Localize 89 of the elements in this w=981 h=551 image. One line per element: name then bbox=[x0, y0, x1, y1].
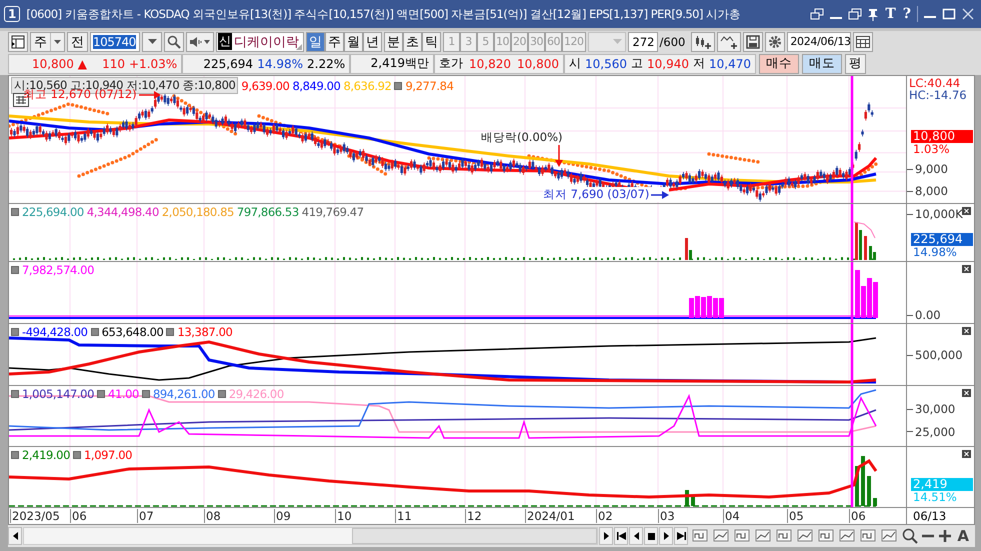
date-axis-label: 2023/05 bbox=[10, 509, 60, 523]
trading-amount: 2,419백만 bbox=[370, 55, 429, 72]
total-count: /600 bbox=[660, 34, 686, 48]
dividend-annotation: 배당락(0.00%) bbox=[481, 130, 563, 145]
high-label: 고 bbox=[631, 55, 643, 72]
ask-price: 10,820 bbox=[468, 56, 511, 70]
current-value-badge: 10,800 bbox=[911, 130, 973, 143]
current-price: 10,800 ▲ bbox=[30, 56, 87, 70]
change-rate-label: 1.03% bbox=[912, 142, 951, 156]
period-tab[interactable]: 년 bbox=[363, 32, 382, 52]
legend-value: 9,639.00 bbox=[241, 78, 290, 92]
date-axis-label: 2024/01 bbox=[525, 509, 575, 523]
current-value-badge: 2,419 bbox=[911, 478, 973, 490]
high-price: 10,940 bbox=[647, 56, 689, 70]
legend-value: 7,982,574.00 bbox=[22, 263, 94, 277]
change-rate-label: 14.98% bbox=[912, 246, 958, 259]
legend-value: 653,648.00 bbox=[102, 325, 164, 339]
low-annotation: 최저 7,690 (03/07) bbox=[543, 187, 650, 202]
cycle-label: HC:-14.76 bbox=[909, 89, 967, 101]
unit-tab[interactable]: 초 bbox=[403, 32, 422, 52]
change-rate-label: 14.51% bbox=[912, 490, 958, 504]
open-price: 10,560 bbox=[585, 56, 627, 70]
date-axis-label: 08 bbox=[204, 509, 221, 523]
axis-label: 10,000K bbox=[915, 207, 963, 222]
period-tab[interactable]: 월 bbox=[344, 32, 363, 52]
title-bar-button[interactable]: ? bbox=[902, 6, 912, 22]
date-axis-label: 09 bbox=[274, 509, 291, 523]
previous-button[interactable]: 전 bbox=[67, 32, 88, 52]
title-bar-button[interactable]: T bbox=[884, 6, 897, 22]
legend-value: 2,419.00 bbox=[22, 448, 70, 462]
cycle-label: LC:40.44 bbox=[909, 77, 962, 89]
legend-value: 2,050,180.85 bbox=[162, 205, 234, 219]
buy-button[interactable]: 매수 bbox=[759, 54, 799, 74]
axis-label: 9,000 bbox=[915, 162, 948, 176]
date-axis-label: 05 bbox=[787, 509, 804, 523]
axis-label: 8,000 bbox=[915, 184, 948, 198]
evaluation-button[interactable]: 평 bbox=[845, 54, 866, 74]
ask-label: 호가 bbox=[439, 55, 463, 72]
stock-name-field[interactable]: 신 디케이이락 bbox=[216, 32, 304, 52]
low-price: 10,470 bbox=[709, 56, 751, 70]
count-field[interactable]: 272 bbox=[628, 32, 658, 52]
date-axis-label: 02 bbox=[596, 509, 613, 523]
change-rate: +1.03% bbox=[129, 56, 177, 70]
legend-value: 1,005,147.00 bbox=[22, 387, 94, 401]
legend-value: -494,428.00 bbox=[22, 325, 88, 339]
legend-value: 4,344,498.40 bbox=[86, 205, 159, 219]
axis-label: 30,000 bbox=[915, 402, 956, 416]
period-tab[interactable]: 일 bbox=[306, 32, 325, 52]
legend-value: 8,636.92 bbox=[343, 78, 392, 92]
open-label: 시 bbox=[569, 55, 581, 72]
axis-label: 0.00 bbox=[915, 308, 941, 322]
date-field[interactable]: 2024/06/13 bbox=[787, 32, 852, 52]
window-number: 1 bbox=[4, 6, 20, 22]
legend-value: 41.00 bbox=[108, 387, 139, 401]
legend-value: 419,769.47 bbox=[302, 205, 364, 219]
legend-value: 29,426.00 bbox=[228, 387, 284, 401]
font-button[interactable]: A bbox=[955, 527, 971, 545]
date-axis-label: 04 bbox=[723, 509, 740, 523]
legend-value: 894,261.00 bbox=[152, 387, 215, 401]
unit-tab[interactable]: 분 bbox=[384, 32, 403, 52]
legend-value: 797,866.53 bbox=[236, 205, 299, 219]
legend-value: 1,097.00 bbox=[84, 448, 132, 462]
current-date-label: 06/13 bbox=[913, 509, 946, 523]
legend-value: 225,694.00 bbox=[22, 205, 84, 219]
date-axis-label: 12 bbox=[465, 509, 482, 523]
unit-tab[interactable]: 틱 bbox=[422, 32, 441, 52]
volume-rate: 14.98% bbox=[257, 56, 303, 70]
date-axis-label: 07 bbox=[137, 509, 154, 523]
trading-volume: 225,694 bbox=[202, 56, 253, 70]
low-label: 저 bbox=[693, 55, 705, 72]
axis-label: 25,000 bbox=[915, 424, 956, 439]
price-change: 110 bbox=[101, 56, 125, 70]
bid-price: 10,800 bbox=[516, 56, 559, 70]
date-axis-label: 11 bbox=[395, 509, 412, 523]
period-tab[interactable]: 주 bbox=[325, 32, 344, 52]
market-type-dropdown[interactable]: 주 bbox=[30, 32, 65, 52]
axis-label: 500,000 bbox=[915, 348, 963, 362]
stock-code-field[interactable]: 105740 bbox=[90, 32, 140, 52]
date-axis-label: 06 bbox=[70, 509, 87, 523]
turnover-rate: 2.22% bbox=[307, 56, 345, 70]
date-axis-label: 06 bbox=[849, 509, 866, 523]
window-title: [0600] 키움종합차트 - KOSDAQ 외국인보유[13(천)] 주식수[10,157(천)] 액면[500] 자본금[51(억)] 결산[12월] EPS[1,137] PER[9.50] 시가총 bbox=[26, 6, 742, 22]
current-value-badge: 225,694 bbox=[911, 233, 973, 246]
date-axis-label: 10 bbox=[335, 509, 352, 523]
legend-value: 9,277.84 bbox=[405, 78, 454, 92]
legend-value: 8,849.00 bbox=[292, 78, 340, 92]
legend-value: 13,387.00 bbox=[177, 325, 232, 339]
sell-button[interactable]: 매도 bbox=[802, 54, 842, 74]
date-axis-label: 03 bbox=[658, 509, 675, 523]
